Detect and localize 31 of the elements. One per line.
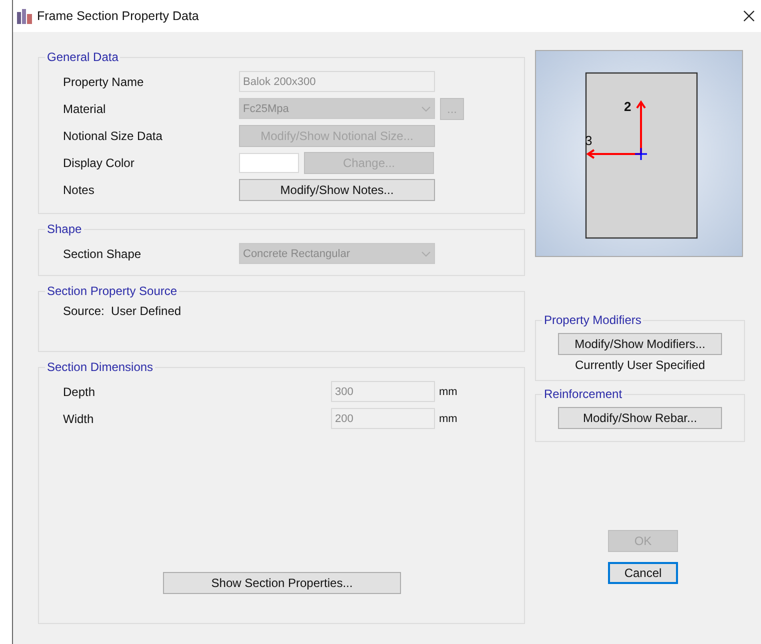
window-title: Frame Section Property Data <box>37 9 199 23</box>
origin-cross-icon <box>634 147 648 161</box>
chevron-down-icon <box>421 106 431 112</box>
field-label: Width <box>62 412 95 426</box>
field-label: Property Name <box>62 74 145 88</box>
field-label: Notional Size Data <box>62 128 164 142</box>
field-label: Section Shape <box>62 246 142 260</box>
axis-label: 2 <box>624 99 632 114</box>
app-icon <box>16 8 33 24</box>
group-title: Property Modifiers <box>543 313 642 327</box>
status-text: Currently User Specified <box>574 358 706 372</box>
field-label: Depth <box>62 384 96 398</box>
group-title: Section Dimensions <box>46 360 154 374</box>
dialog-button[interactable]: Cancel <box>608 562 678 584</box>
close-icon[interactable] <box>743 10 755 22</box>
show-section-properties-button[interactable]: Show Section Properties... <box>163 572 401 594</box>
modify-rebar-button[interactable]: Modify/Show Rebar... <box>558 407 722 429</box>
unit-label: mm <box>439 386 458 398</box>
modify-modifiers-button[interactable]: Modify/Show Modifiers... <box>558 333 722 355</box>
field-label: Display Color <box>62 156 136 170</box>
group-title: General Data <box>46 50 120 64</box>
group-title: Section Property Source <box>46 284 178 298</box>
source-text: Source: User Defined <box>62 304 182 318</box>
color-swatch[interactable] <box>239 152 299 172</box>
chevron-down-icon <box>421 250 431 256</box>
group-title: Shape <box>46 222 83 236</box>
action-button[interactable]: Modify/Show Notes... <box>239 178 435 200</box>
group-title: Reinforcement <box>543 387 624 401</box>
unit-label: mm <box>439 412 458 424</box>
field-label: Notes <box>62 182 96 196</box>
field-label: Material <box>62 102 107 116</box>
